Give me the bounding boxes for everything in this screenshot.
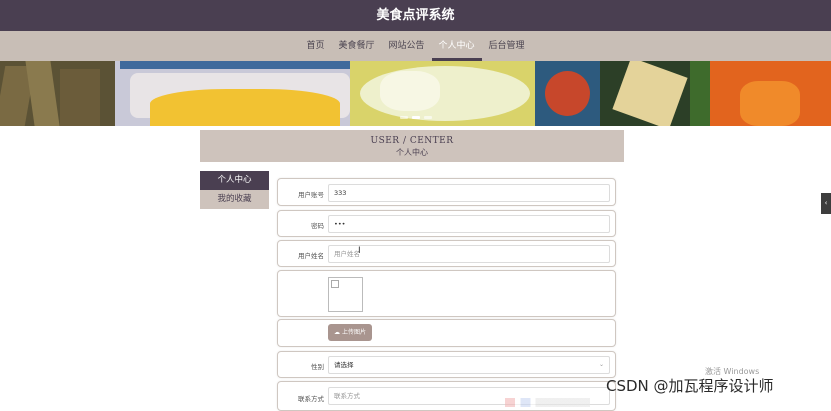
form-row-name: 用户姓名 用户姓名 I (277, 240, 616, 267)
gender-selected-value: 请选择 (334, 361, 354, 369)
section-title-en: USER / CENTER (370, 136, 454, 146)
password-input[interactable]: ••• (328, 215, 610, 233)
form-row-upload: ☁ 上传图片 (277, 319, 616, 347)
nav-user-center[interactable]: 个人中心 (431, 31, 482, 61)
section-title-cn: 个人中心 (396, 148, 428, 157)
chevron-down-icon: ⌄ (598, 361, 604, 368)
nav-admin[interactable]: 后台管理 (482, 31, 532, 61)
form-row-image (277, 270, 616, 317)
avatar-image-preview (328, 277, 363, 312)
gender-select[interactable]: 请选择 ⌄ (328, 356, 610, 374)
carousel-dot[interactable] (400, 116, 408, 119)
nav-home[interactable]: 首页 (299, 31, 331, 61)
carousel-dot-active[interactable] (412, 116, 420, 119)
form-row-password: 密码 ••• (277, 210, 616, 237)
contact-label: 联系方式 (298, 395, 324, 403)
nav-restaurants[interactable]: 美食餐厅 (331, 31, 381, 61)
section-header: USER / CENTER 个人中心 (200, 130, 624, 162)
upload-image-button[interactable]: ☁ 上传图片 (328, 324, 373, 341)
top-header-bar: 美食点评系统 (0, 0, 831, 31)
nav-announcements[interactable]: 网站公告 (381, 31, 431, 61)
main-nav: 首页 美食餐厅 网站公告 个人中心 后台管理 (0, 31, 831, 61)
carousel-indicators (400, 116, 432, 119)
name-label: 用户姓名 (298, 252, 324, 260)
sidebar-item-favorites[interactable]: 我的收藏 (200, 190, 269, 209)
password-label: 密码 (311, 222, 324, 230)
broken-image-icon (331, 280, 339, 288)
form-row-gender: 性别 请选择 ⌄ (277, 351, 616, 378)
form-row-account: 用户账号 333 (277, 178, 616, 206)
account-label: 用户账号 (298, 191, 324, 199)
site-title: 美食点评系统 (376, 8, 455, 23)
text-cursor-icon: I (358, 246, 361, 256)
nav-bar: 首页 美食餐厅 网站公告 个人中心 后台管理 (0, 31, 831, 61)
upload-button-label: 上传图片 (342, 329, 367, 336)
ime-toolbar-strip (505, 398, 590, 407)
sidebar-item-user-center[interactable]: 个人中心 (200, 171, 269, 190)
side-collapse-handle[interactable]: ‹ (821, 193, 831, 214)
csdn-watermark: CSDN @加瓦程序设计师 (606, 377, 774, 395)
name-input[interactable]: 用户姓名 (328, 245, 610, 263)
carousel-dot[interactable] (424, 116, 432, 119)
account-input[interactable]: 333 (328, 184, 610, 202)
gender-label: 性别 (311, 363, 324, 371)
user-sidebar: 个人中心 我的收藏 (200, 171, 269, 209)
cloud-upload-icon: ☁ (334, 329, 340, 336)
